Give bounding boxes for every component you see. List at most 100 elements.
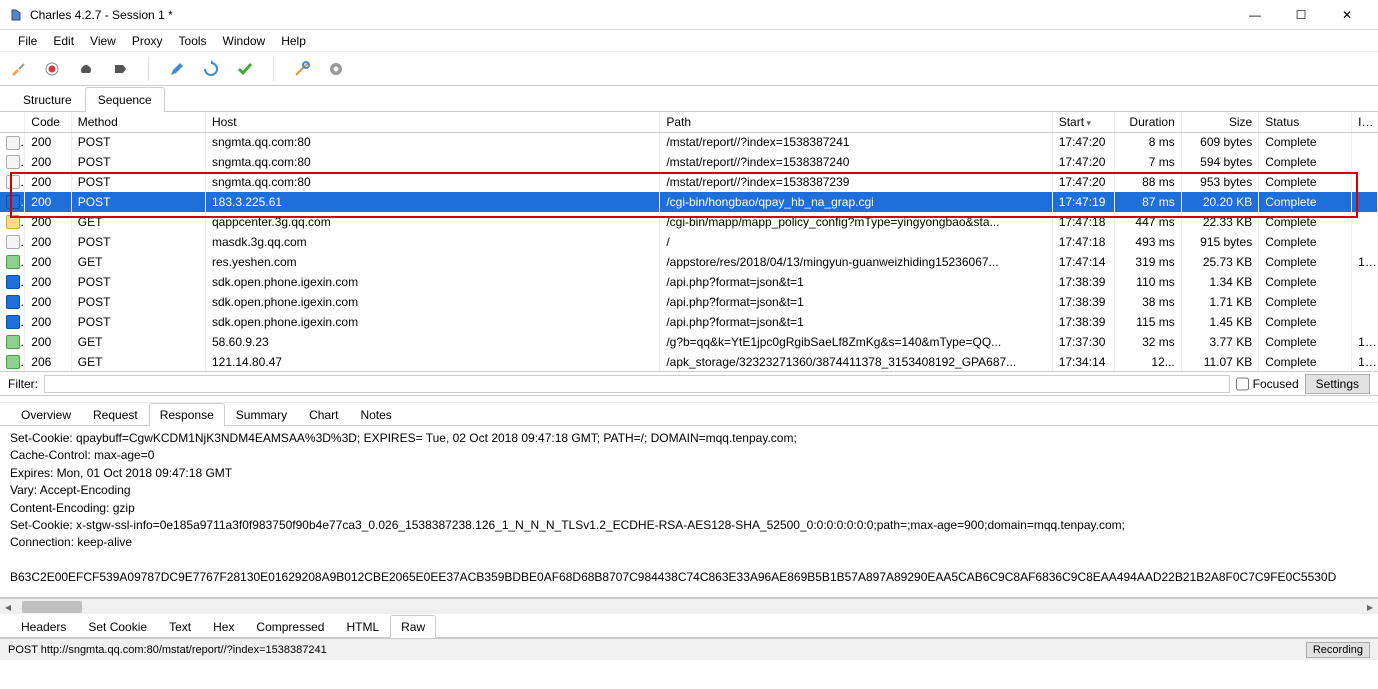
cell-info bbox=[1352, 172, 1378, 192]
format-compressed[interactable]: Compressed bbox=[245, 615, 335, 638]
col-status[interactable]: Status bbox=[1259, 112, 1352, 132]
cell-size: 915 bytes bbox=[1181, 232, 1258, 252]
cell-info bbox=[1352, 152, 1378, 172]
format-hex[interactable]: Hex bbox=[202, 615, 245, 638]
cell-method: GET bbox=[71, 352, 205, 372]
tab-sequence[interactable]: Sequence bbox=[85, 87, 165, 112]
table-row[interactable]: 200POSTsngmta.qq.com:80/mstat/report//?i… bbox=[0, 132, 1378, 152]
cell-method: GET bbox=[71, 252, 205, 272]
table-row[interactable]: 200GET58.60.9.23/g?b=qq&k=YtE1jpc0gRgibS… bbox=[0, 332, 1378, 352]
table-row[interactable]: 200POSTsngmta.qq.com:80/mstat/report//?i… bbox=[0, 152, 1378, 172]
toolbar-separator bbox=[148, 57, 149, 81]
table-row[interactable]: 200POSTsdk.open.phone.igexin.com/api.php… bbox=[0, 292, 1378, 312]
format-headers[interactable]: Headers bbox=[10, 615, 77, 638]
tab-request[interactable]: Request bbox=[82, 403, 149, 426]
tab-overview[interactable]: Overview bbox=[10, 403, 82, 426]
close-button[interactable]: ✕ bbox=[1324, 0, 1370, 30]
maximize-button[interactable]: ☐ bbox=[1278, 0, 1324, 30]
format-text[interactable]: Text bbox=[158, 615, 202, 638]
cell-path: /mstat/report//?index=1538387239 bbox=[660, 172, 1052, 192]
settings-button[interactable]: Settings bbox=[1305, 374, 1370, 394]
cell-code: 200 bbox=[25, 312, 71, 332]
response-body[interactable]: Set-Cookie: qpaybuff=CgwKCDM1NjK3NDM4EAM… bbox=[0, 426, 1378, 598]
scroll-thumb[interactable] bbox=[22, 601, 82, 613]
cell-status: Complete bbox=[1259, 272, 1352, 292]
tab-structure[interactable]: Structure bbox=[10, 87, 85, 112]
menu-window[interactable]: Window bbox=[215, 32, 274, 50]
minimize-button[interactable]: — bbox=[1232, 0, 1278, 30]
tab-notes[interactable]: Notes bbox=[349, 403, 402, 426]
cell-path: /cgi-bin/hongbao/qpay_hb_na_grap.cgi bbox=[660, 192, 1052, 212]
response-line: Vary: Accept-Encoding bbox=[10, 482, 1368, 499]
table-row[interactable]: 200GETqappcenter.3g.qq.com/cgi-bin/mapp/… bbox=[0, 212, 1378, 232]
filter-input[interactable] bbox=[44, 375, 1230, 393]
cell-start: 17:47:14 bbox=[1052, 252, 1114, 272]
menu-view[interactable]: View bbox=[82, 32, 124, 50]
menu-edit[interactable]: Edit bbox=[45, 32, 82, 50]
scroll-right-arrow[interactable]: ▸ bbox=[1362, 600, 1378, 614]
cell-info bbox=[1352, 192, 1378, 212]
cell-status: Complete bbox=[1259, 212, 1352, 232]
menu-help[interactable]: Help bbox=[273, 32, 314, 50]
tab-summary[interactable]: Summary bbox=[225, 403, 298, 426]
cell-method: GET bbox=[71, 212, 205, 232]
cell-size: 22.33 KB bbox=[1181, 212, 1258, 232]
response-line: Expires: Mon, 01 Oct 2018 09:47:18 GMT bbox=[10, 465, 1368, 482]
col-code[interactable]: Code bbox=[25, 112, 71, 132]
cell-start: 17:47:18 bbox=[1052, 232, 1114, 252]
col-host[interactable]: Host bbox=[205, 112, 659, 132]
tools-icon[interactable] bbox=[292, 59, 312, 79]
col-icon[interactable] bbox=[0, 112, 25, 132]
col-size[interactable]: Size bbox=[1181, 112, 1258, 132]
menu-file[interactable]: File bbox=[10, 32, 45, 50]
cell-start: 17:47:18 bbox=[1052, 212, 1114, 232]
col-info[interactable]: I... bbox=[1352, 112, 1378, 132]
col-method[interactable]: Method bbox=[71, 112, 205, 132]
cell-duration: 87 ms bbox=[1114, 192, 1181, 212]
focused-checkbox[interactable] bbox=[1236, 375, 1249, 393]
col-path[interactable]: Path bbox=[660, 112, 1052, 132]
focused-checkbox-label[interactable]: Focused bbox=[1236, 375, 1299, 393]
cell-duration: 115 ms bbox=[1114, 312, 1181, 332]
table-row[interactable]: 200POST183.3.225.61/cgi-bin/hongbao/qpay… bbox=[0, 192, 1378, 212]
table-row[interactable]: 200POSTsdk.open.phone.igexin.com/api.php… bbox=[0, 272, 1378, 292]
table-row[interactable]: 200POSTsdk.open.phone.igexin.com/api.php… bbox=[0, 312, 1378, 332]
col-duration[interactable]: Duration bbox=[1114, 112, 1181, 132]
response-line: Connection: keep-alive bbox=[10, 534, 1368, 551]
broom-icon[interactable] bbox=[8, 59, 28, 79]
cell-code: 200 bbox=[25, 132, 71, 152]
cell-code: 200 bbox=[25, 292, 71, 312]
format-set-cookie[interactable]: Set Cookie bbox=[77, 615, 158, 638]
menu-tools[interactable]: Tools bbox=[171, 32, 215, 50]
cell-status: Complete bbox=[1259, 332, 1352, 352]
breakpoints-icon[interactable] bbox=[110, 59, 130, 79]
cell-path: / bbox=[660, 232, 1052, 252]
format-tabs: Headers Set Cookie Text Hex Compressed H… bbox=[0, 614, 1378, 638]
scroll-left-arrow[interactable]: ◂ bbox=[0, 600, 16, 614]
cell-size: 1.71 KB bbox=[1181, 292, 1258, 312]
tab-chart[interactable]: Chart bbox=[298, 403, 349, 426]
cell-host: qappcenter.3g.qq.com bbox=[205, 212, 659, 232]
menu-proxy[interactable]: Proxy bbox=[124, 32, 171, 50]
table-row[interactable]: 200POSTmasdk.3g.qq.com/17:47:18493 ms915… bbox=[0, 232, 1378, 252]
throttle-icon[interactable] bbox=[76, 59, 96, 79]
repeat-icon[interactable] bbox=[201, 59, 221, 79]
cell-host: res.yeshen.com bbox=[205, 252, 659, 272]
settings-icon[interactable] bbox=[326, 59, 346, 79]
cell-info: 1... bbox=[1352, 332, 1378, 352]
format-raw[interactable]: Raw bbox=[390, 615, 436, 638]
table-row[interactable]: 206GET121.14.80.47/apk_storage/323232713… bbox=[0, 352, 1378, 372]
validate-icon[interactable] bbox=[235, 59, 255, 79]
table-row[interactable]: 200GETres.yeshen.com/appstore/res/2018/0… bbox=[0, 252, 1378, 272]
cell-code: 200 bbox=[25, 212, 71, 232]
tab-response[interactable]: Response bbox=[149, 403, 225, 426]
table-row[interactable]: 200POSTsngmta.qq.com:80/mstat/report//?i… bbox=[0, 172, 1378, 192]
col-start[interactable]: Start bbox=[1052, 112, 1114, 132]
format-html[interactable]: HTML bbox=[335, 615, 390, 638]
cell-size: 3.77 KB bbox=[1181, 332, 1258, 352]
pen-icon[interactable] bbox=[167, 59, 187, 79]
record-icon[interactable] bbox=[42, 59, 62, 79]
horizontal-scrollbar[interactable]: ◂ ▸ bbox=[0, 598, 1378, 614]
recording-indicator[interactable]: Recording bbox=[1306, 642, 1370, 658]
cell-start: 17:34:14 bbox=[1052, 352, 1114, 372]
